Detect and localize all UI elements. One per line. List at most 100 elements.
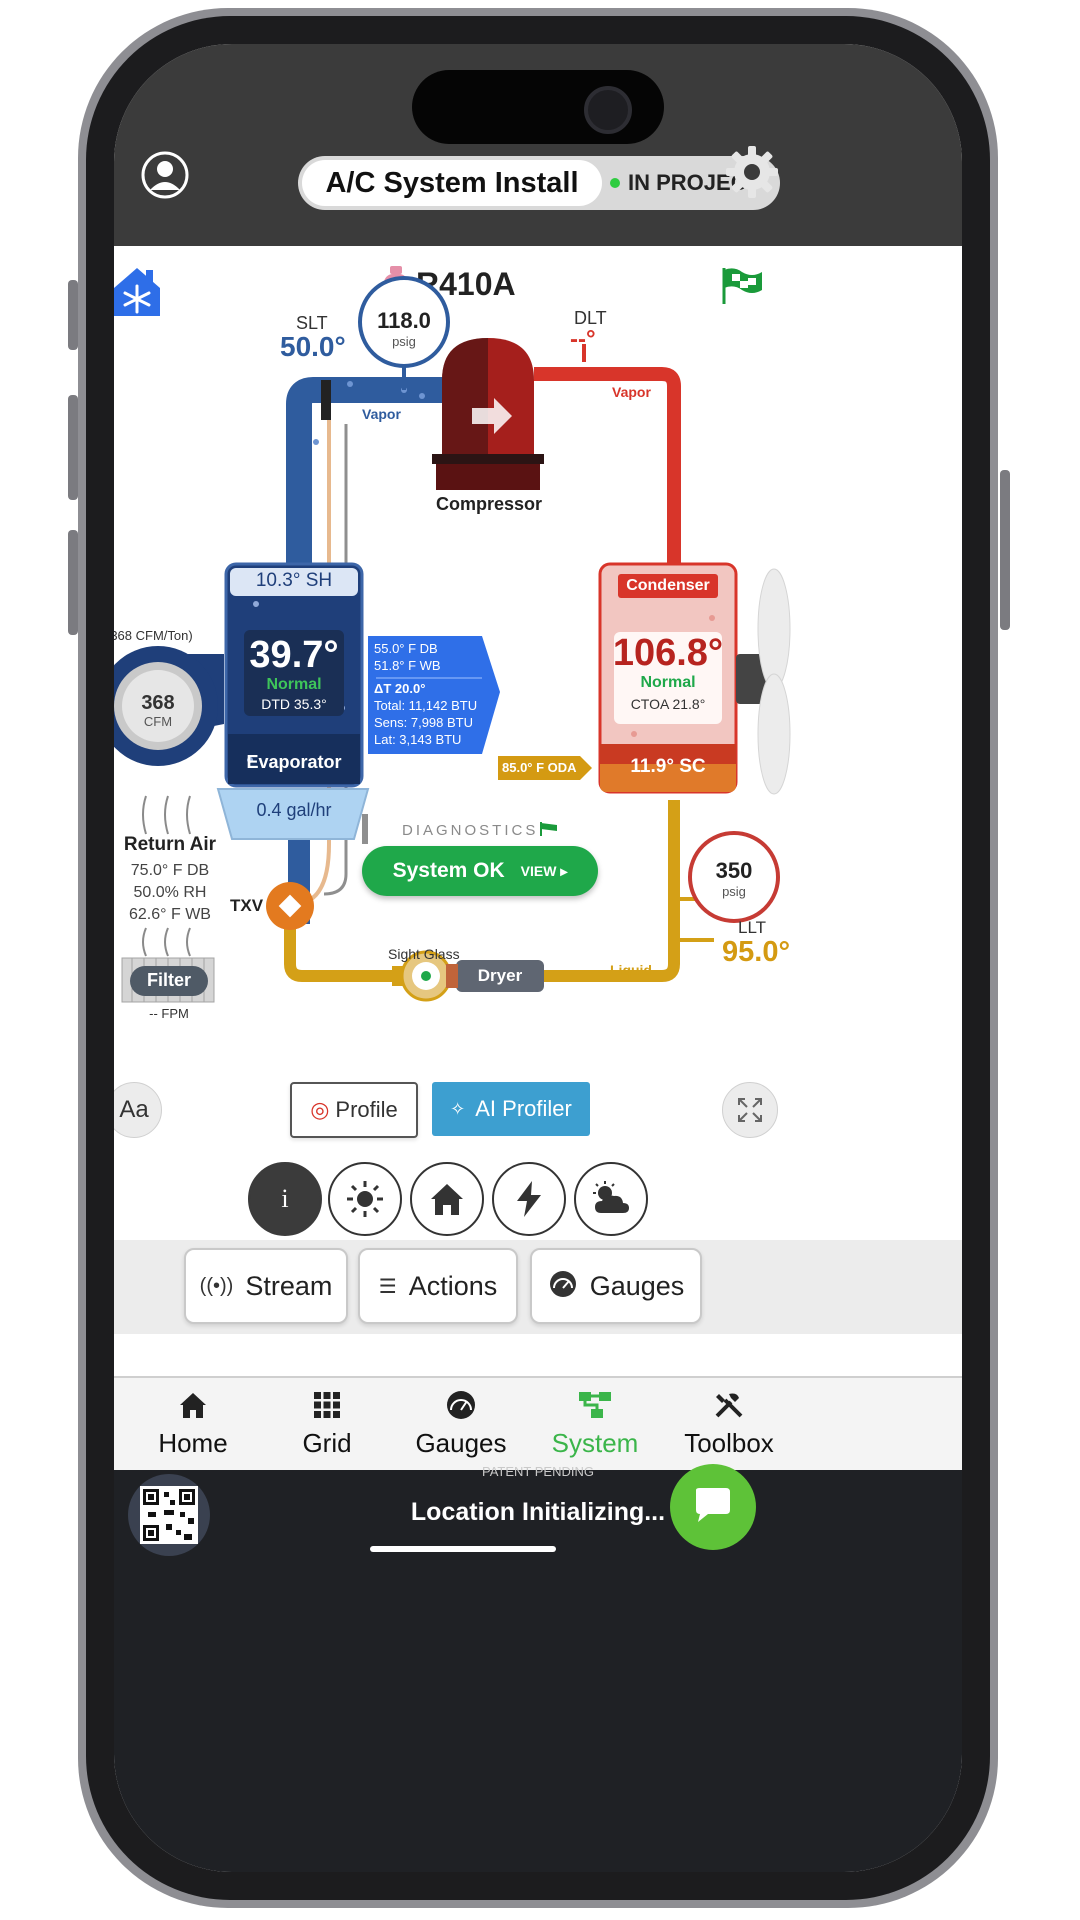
expand-icon[interactable] [722, 1082, 778, 1138]
ai-profiler-label: AI Profiler [475, 1096, 572, 1121]
nav-grid[interactable]: Grid [252, 1390, 402, 1459]
nav-toolbox[interactable]: Toolbox [654, 1390, 804, 1459]
phone-volume-down [68, 530, 78, 635]
llt-label: LLT [738, 918, 767, 937]
evaporator-label: Evaporator [246, 752, 342, 772]
app-screen: A/C System Install IN PROJECT R410A SLT … [114, 44, 962, 1872]
nav-system-label: System [551, 1428, 639, 1458]
oda-value: 85.0° F ODA [502, 760, 577, 775]
txv-label: TXV [230, 896, 264, 915]
evaporator-temp[interactable]: 39.7° [232, 634, 356, 677]
slt-value: 50.0° [280, 331, 346, 362]
suction-pressure-value[interactable]: 118.0 [360, 308, 448, 334]
supply-wb: 51.8° F WB [374, 658, 441, 673]
stream-label: Stream [245, 1270, 333, 1301]
return-air-readings[interactable]: 75.0° F DB 50.0% RH 62.6° F WB [120, 860, 220, 926]
compressor-label: Compressor [435, 494, 543, 514]
home-indicator [370, 1546, 556, 1552]
weather-icon[interactable] [574, 1162, 648, 1236]
location-status: Location Initializing... [410, 1498, 666, 1526]
superheat-value: 10.3° SH [255, 570, 333, 591]
dlt-value: --° [570, 326, 596, 353]
fingerprint-icon: ◎ [310, 1097, 330, 1122]
suction-pressure-unit: psig [392, 334, 416, 349]
return-air-label: Return Air [123, 834, 217, 855]
blower-cfm[interactable]: 368 [128, 692, 188, 715]
supply-air-readings[interactable]: 55.0° F DB 51.8° F WB ΔT 20.0° Total: 11… [374, 640, 477, 748]
gauges-button[interactable]: Gauges [530, 1248, 702, 1324]
diagnostics-flag-icon [540, 822, 558, 836]
sight-glass-label: Sight Glass [388, 946, 460, 962]
condenser-fan [736, 568, 791, 795]
txv-valve [266, 882, 314, 930]
condenser-label: Condenser [618, 574, 718, 598]
profile-button[interactable]: ◎ Profile [290, 1082, 418, 1138]
compressor [432, 338, 544, 490]
nav-home[interactable]: Home [118, 1390, 268, 1459]
nav-gauges[interactable]: Gauges [386, 1390, 536, 1459]
subcooling-value: 11.9° SC [630, 756, 706, 777]
capacity-total: Total: 11,142 BTU [374, 698, 478, 713]
discharge-line [534, 367, 681, 574]
patent-notice: PATENT PENDING [482, 1464, 594, 1479]
cfm-per-ton: (368 CFM/Ton) [114, 628, 193, 643]
evaporator-status: Normal [266, 676, 322, 693]
filter-fpm: -- FPM [149, 1006, 189, 1021]
condenser-temp[interactable]: 106.8° [606, 632, 730, 675]
gauge-nav-icon [447, 1391, 475, 1419]
view-label: VIEW ▸ [520, 862, 568, 879]
tools-icon [715, 1393, 743, 1418]
system-nav-icon [579, 1392, 611, 1418]
supply-db: 55.0° F DB [374, 641, 438, 656]
gauges-label: Gauges [589, 1270, 685, 1301]
font-size-button[interactable]: Aa [114, 1082, 162, 1138]
condenser-ctoa: CTOA 21.8° [630, 696, 706, 712]
grid-icon [314, 1392, 340, 1418]
vapor-label-discharge: Vapor [612, 384, 651, 400]
evaporator-dtd: DTD 35.3° [261, 696, 327, 712]
lightning-icon[interactable] [492, 1162, 566, 1236]
nav-grid-label: Grid [302, 1428, 352, 1458]
stream-button[interactable]: ((•)) Stream [184, 1248, 348, 1324]
llt-value: 95.0° [722, 936, 791, 968]
return-air-db: 75.0° F DB [130, 862, 210, 879]
nav-home-label: Home [158, 1428, 228, 1458]
house-icon[interactable] [410, 1162, 484, 1236]
system-ok-label: System OK [392, 859, 505, 882]
gauge-icon [548, 1269, 578, 1304]
nav-system[interactable]: System [520, 1390, 670, 1459]
actions-label: Actions [408, 1270, 498, 1301]
footer-bar [114, 1470, 962, 1872]
blower-cfm-unit: CFM [143, 714, 173, 729]
nav-toolbox-label: Toolbox [684, 1428, 774, 1458]
info-icon[interactable]: i [248, 1162, 322, 1236]
sun-icon[interactable] [328, 1162, 402, 1236]
phone-power-button [1000, 470, 1010, 630]
home-icon [180, 1393, 206, 1418]
liquid-label: Liquid [610, 962, 652, 978]
system-ok-button[interactable]: System OK VIEW ▸ [362, 846, 598, 896]
phone-mute-switch [68, 280, 78, 350]
return-air-wb: 62.6° F WB [129, 906, 211, 923]
broadcast-icon: ((•)) [199, 1274, 234, 1297]
filter-label[interactable]: Filter [130, 970, 208, 991]
dryer-label: Dryer [477, 966, 523, 985]
capacity-sensible: Sens: 7,998 BTU [374, 715, 473, 730]
vapor-label-suction: Vapor [362, 406, 401, 422]
drain-rate: 0.4 gal/hr [256, 800, 332, 820]
return-air-rh: 50.0% RH [133, 884, 207, 901]
magic-wand-icon: ✧ [450, 1098, 466, 1119]
chat-icon [696, 1488, 730, 1522]
phone-volume-up [68, 395, 78, 500]
profile-button-label: Profile [335, 1097, 398, 1122]
condenser-status: Normal [640, 674, 696, 691]
actions-button[interactable]: ☰ Actions [358, 1248, 518, 1324]
capacity-latent: Lat: 3,143 BTU [374, 732, 462, 747]
ai-profiler-button[interactable]: ✧ AI Profiler [432, 1082, 590, 1136]
supply-delta-t: ΔT 20.0° [374, 681, 426, 696]
discharge-pressure-value[interactable]: 350 [690, 858, 778, 884]
chat-button[interactable] [670, 1464, 756, 1550]
discharge-pressure-unit: psig [722, 884, 746, 899]
font-size-label: Aa [119, 1096, 149, 1123]
slt-sensor [321, 380, 331, 420]
